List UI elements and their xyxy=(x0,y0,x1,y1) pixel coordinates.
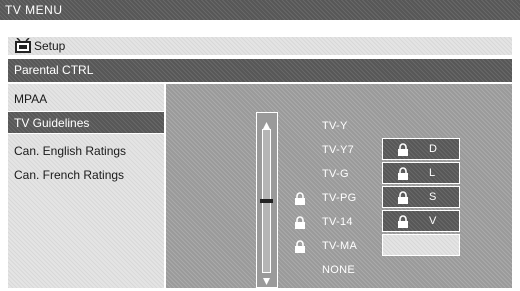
slider-up-arrow[interactable] xyxy=(262,117,271,129)
tv-icon xyxy=(14,37,32,54)
content-button-label: S xyxy=(429,191,437,203)
rating-row-tv-pg[interactable]: TV-PG xyxy=(290,190,380,208)
content-button-label: L xyxy=(429,167,436,179)
content-buttons: D L S V xyxy=(382,138,460,268)
lock-icon xyxy=(397,143,409,156)
rating-row-tv-g[interactable]: TV-G xyxy=(290,166,380,184)
rating-row-none[interactable]: NONE xyxy=(290,262,380,280)
sidebar-item-tv-guidelines[interactable]: TV Guidelines xyxy=(8,111,164,134)
lock-icon xyxy=(294,216,306,229)
rating-label: TV-14 xyxy=(322,216,353,228)
sidebar-item-label: Can. English Ratings xyxy=(14,144,127,158)
section-title: Parental CTRL xyxy=(14,63,94,77)
rating-label: TV-PG xyxy=(322,192,357,204)
vertical-slider[interactable] xyxy=(256,112,278,288)
sidebar: MPAA TV Guidelines Can. English Ratings … xyxy=(8,84,164,288)
lock-icon xyxy=(397,167,409,180)
sidebar-item-mpaa[interactable]: MPAA xyxy=(8,88,164,110)
rating-label: TV-Y7 xyxy=(322,144,355,156)
menu-title: TV MENU xyxy=(5,3,63,17)
rating-label: TV-G xyxy=(322,168,349,180)
content-button-label: D xyxy=(429,143,437,155)
rating-row-tv-y[interactable]: TV-Y xyxy=(290,118,380,136)
slider-down-arrow[interactable] xyxy=(262,273,271,285)
sidebar-item-can-english[interactable]: Can. English Ratings xyxy=(8,140,164,162)
lock-icon xyxy=(397,215,409,228)
rating-label: TV-Y xyxy=(322,120,348,132)
content-button-l[interactable]: L xyxy=(382,162,460,184)
content-button-empty[interactable] xyxy=(382,234,460,256)
rating-label: TV-MA xyxy=(322,240,358,252)
lock-icon xyxy=(294,240,306,253)
sidebar-item-can-french[interactable]: Can. French Ratings xyxy=(8,164,164,186)
setup-bar[interactable]: Setup xyxy=(8,37,512,55)
lock-icon xyxy=(397,191,409,204)
content-button-d[interactable]: D xyxy=(382,138,460,160)
slider-thumb[interactable] xyxy=(260,199,273,203)
content-button-label: V xyxy=(429,215,437,227)
ratings-list: TV-Y TV-Y7 TV-G TV-PG TV-14 TV-MA NONE xyxy=(290,118,380,288)
content-button-s[interactable]: S xyxy=(382,186,460,208)
section-header: Parental CTRL xyxy=(8,59,512,82)
rating-row-tv-ma[interactable]: TV-MA xyxy=(290,238,380,256)
title-bar: TV MENU xyxy=(0,0,520,20)
sidebar-item-label: TV Guidelines xyxy=(14,115,90,130)
rating-row-tv-y7[interactable]: TV-Y7 xyxy=(290,142,380,160)
content-button-v[interactable]: V xyxy=(382,210,460,232)
setup-label: Setup xyxy=(34,39,66,53)
rating-label: NONE xyxy=(322,264,355,276)
rating-row-tv-14[interactable]: TV-14 xyxy=(290,214,380,232)
lock-icon xyxy=(294,192,306,205)
sidebar-item-label: Can. French Ratings xyxy=(14,168,125,182)
sidebar-item-label: MPAA xyxy=(14,92,48,106)
